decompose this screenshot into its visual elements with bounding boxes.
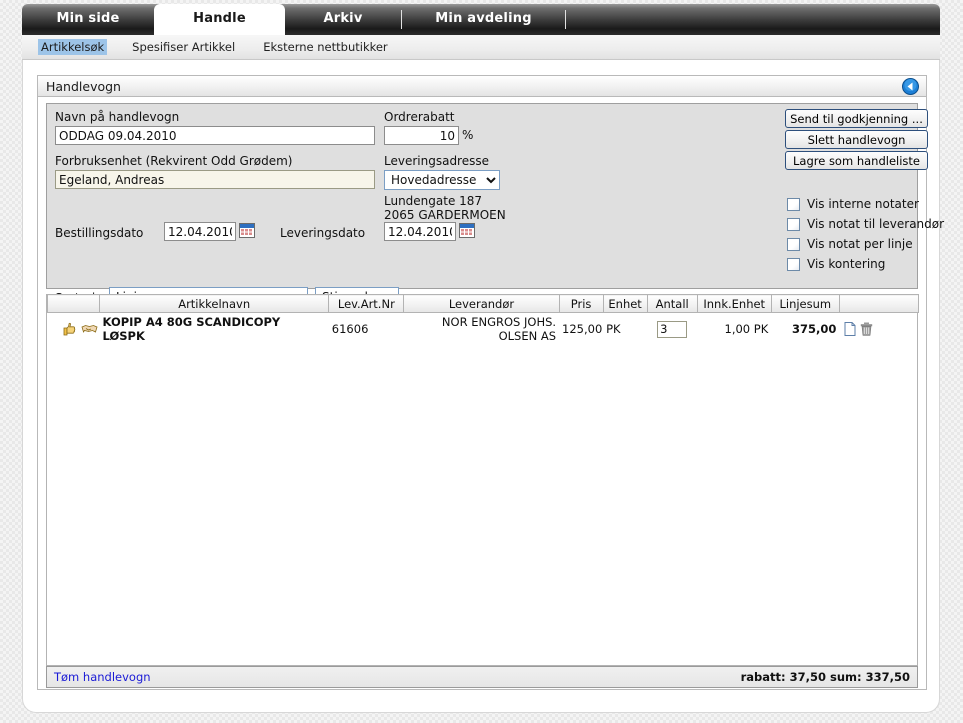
checkbox[interactable] <box>787 217 800 231</box>
cart-footer-bar: Tøm handlevogn rabatt: 37,50 sum: 337,50 <box>46 666 918 688</box>
panel-title-text: Handlevogn <box>46 79 121 94</box>
calendar-icon[interactable] <box>459 223 475 238</box>
tab-label: Handle <box>193 11 246 26</box>
save-as-list-button[interactable]: Lagre som handleliste <box>785 151 928 170</box>
col-artikkelnavn[interactable]: Artikkelnavn <box>99 294 330 313</box>
price: 125,00 <box>562 322 603 336</box>
col-icons <box>46 294 101 313</box>
table-row: KOPIP A4 80G SCANDICOPY LØSPK 61606 NOR … <box>48 313 919 346</box>
option-label: Vis notat til leverandør <box>807 217 945 231</box>
delivery-date-input[interactable] <box>384 222 456 241</box>
col-enhet[interactable]: Enhet <box>602 294 648 313</box>
col-pris[interactable]: Pris <box>558 294 604 313</box>
delivery-date-label: Leveringsdato <box>280 226 366 240</box>
subnav-item-eksterne-nettbutikker[interactable]: Eksterne nettbutikker <box>260 39 390 55</box>
tab-min-avdeling[interactable]: Min avdeling <box>402 4 565 35</box>
clear-cart-link[interactable]: Tøm handlevogn <box>54 670 151 684</box>
col-linjesum[interactable]: Linjesum <box>770 294 840 313</box>
col-antall[interactable]: Antall <box>646 294 698 313</box>
subnav-item-artikkelsok[interactable]: Artikkelsøk <box>38 39 108 55</box>
delivery-address-select[interactable]: Hovedadresse <box>384 170 500 190</box>
discount-label: Ordrerabatt <box>384 110 455 124</box>
option-label: Vis kontering <box>807 257 886 271</box>
cart-lines-table: Artikkelnavn Lev.Art.Nr Leverandør Pris … <box>46 294 920 346</box>
option-vis-interne-notater[interactable]: Vis interne notater <box>787 197 919 211</box>
main-tab-bar: Min side Handle Arkiv Min avdeling <box>22 4 940 35</box>
col-actions <box>838 294 920 313</box>
line-sum: 375,00 <box>791 322 837 336</box>
handlevogn-panel: Handlevogn Navn på handlevogn Ordrerabat… <box>37 75 944 690</box>
supplier-name[interactable]: NOR ENGROS JOHS. OLSEN AS <box>404 313 559 346</box>
checkbox[interactable] <box>787 257 800 271</box>
option-vis-notat-per-linje[interactable]: Vis notat per linje <box>787 237 913 251</box>
tab-min-side[interactable]: Min side <box>22 4 154 35</box>
discount-percent-sign: % <box>462 128 474 142</box>
quantity-input[interactable] <box>657 320 688 338</box>
trash-icon[interactable] <box>860 322 873 336</box>
option-vis-notat-til-leverandor[interactable]: Vis notat til leverandør <box>787 217 944 231</box>
col-innk-enhet[interactable]: Innk.Enhet <box>696 294 772 313</box>
tab-label: Min avdeling <box>435 11 532 26</box>
checkbox[interactable] <box>787 237 800 251</box>
cart-name-input[interactable] <box>55 126 375 145</box>
checkbox[interactable] <box>787 197 800 211</box>
delete-cart-button[interactable]: Slett handlevogn <box>785 130 928 149</box>
cart-lines-area: Artikkelnavn Lev.Art.Nr Leverandør Pris … <box>46 294 920 666</box>
consumption-unit-input[interactable] <box>55 170 375 189</box>
order-date-label: Bestillingsdato <box>55 226 144 240</box>
thumbs-up-icon[interactable] <box>62 322 81 336</box>
unit: PK <box>606 322 621 336</box>
note-icon[interactable] <box>844 322 860 337</box>
discount-input[interactable] <box>384 126 459 145</box>
row-status-icons <box>48 313 100 346</box>
col-lev-art-nr[interactable]: Lev.Art.Nr <box>328 294 405 313</box>
delivery-address-label: Leveringsadresse <box>384 154 489 168</box>
tab-handle[interactable]: Handle <box>154 4 285 35</box>
cart-name-label: Navn på handlevogn <box>55 110 180 124</box>
cart-details-form: Navn på handlevogn Ordrerabatt % Forbruk… <box>46 103 944 307</box>
purchase-unit: 1,00 PK <box>724 322 769 336</box>
order-date-input[interactable] <box>164 222 236 241</box>
table-header-row: Artikkelnavn Lev.Art.Nr Leverandør Pris … <box>46 294 920 313</box>
panel-header: Handlevogn <box>38 76 926 97</box>
sub-nav-bar: Artikkelsøk Spesifiser Artikkel Eksterne… <box>22 35 940 60</box>
option-label: Vis notat per linje <box>807 237 913 251</box>
content-card: Handlevogn Navn på handlevogn Ordrerabat… <box>22 60 944 713</box>
delivery-address-text: Lundengate 187 2065 GARDERMOEN <box>384 194 506 222</box>
supplier-article-number: 61606 <box>331 322 369 336</box>
tab-separator <box>565 10 566 29</box>
subnav-item-spesifiser-artikkel[interactable]: Spesifiser Artikkel <box>129 39 238 55</box>
option-vis-kontering[interactable]: Vis kontering <box>787 257 885 271</box>
back-circle-icon[interactable] <box>902 78 919 95</box>
col-leverandor[interactable]: Leverandør <box>403 294 560 313</box>
cart-totals: rabatt: 37,50 sum: 337,50 <box>740 670 910 684</box>
send-approval-button[interactable]: Send til godkjenning ... <box>785 109 928 128</box>
consumption-unit-label: Forbruksenhet (Rekvirent Odd Grødem) <box>55 154 293 168</box>
row-actions <box>839 313 918 346</box>
tab-label: Arkiv <box>323 11 363 26</box>
calendar-icon[interactable] <box>239 223 255 238</box>
quantity-cell <box>647 313 697 346</box>
option-label: Vis interne notater <box>807 197 919 211</box>
article-name[interactable]: KOPIP A4 80G SCANDICOPY LØSPK <box>100 313 329 346</box>
tab-label: Min side <box>56 11 120 26</box>
tab-arkiv[interactable]: Arkiv <box>285 4 401 35</box>
handshake-icon[interactable] <box>81 322 98 336</box>
